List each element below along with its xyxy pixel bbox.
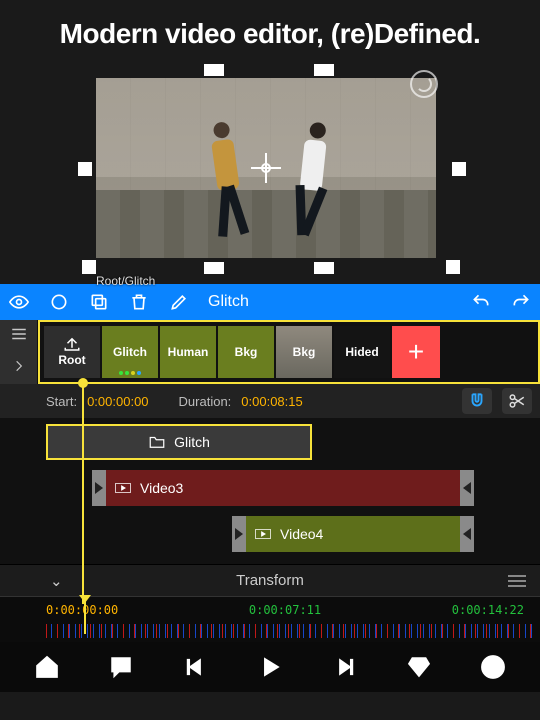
headline: Modern video editor, (re)Defined. [0,0,540,64]
scissors-icon[interactable] [502,388,532,414]
clip-handle[interactable] [460,470,474,506]
rotate-icon[interactable] [410,70,438,98]
bottom-bar [0,642,540,692]
clip-handle[interactable] [232,516,246,552]
crosshair-icon [251,153,281,183]
ruler-tick: 0:00:14:22 [452,603,524,617]
expand-icon[interactable] [12,359,26,378]
preview-canvas[interactable]: Root/Glitch [54,64,486,284]
copy-icon[interactable] [88,291,110,313]
resize-handle[interactable] [204,262,224,274]
comment-icon[interactable] [103,649,139,685]
toolbar-title: Glitch [208,293,249,311]
step-forward-icon[interactable] [326,649,362,685]
playhead[interactable] [82,382,84,604]
resize-handle[interactable] [204,64,224,76]
play-icon[interactable] [252,649,288,685]
edit-icon[interactable] [168,291,190,313]
redo-icon[interactable] [510,291,532,313]
shelf-item-bkg2[interactable]: Bkg [276,326,332,378]
folder-icon [148,434,166,450]
start-value[interactable]: 0:00:00:00 [87,394,148,409]
clip-video4[interactable]: Video4 [232,516,474,552]
breadcrumb: Root/Glitch [96,274,155,288]
shelf-item-hided[interactable]: Hided [334,326,390,378]
magnet-icon[interactable] [462,388,492,414]
preview-video [96,78,436,258]
root-button[interactable]: Root [44,326,100,378]
resize-handle[interactable] [314,262,334,274]
duration-label: Duration: [179,394,232,409]
root-label: Root [58,353,85,367]
ruler-tick: 0:00:07:11 [249,603,321,617]
video-icon [114,480,132,496]
video-icon [254,526,272,542]
shelf-item-bkg1[interactable]: Bkg [218,326,274,378]
ruler-tick: 0:00:00:00 [46,603,118,617]
chevron-down-icon: ⌄ [50,572,63,590]
add-button[interactable]: + [392,326,440,378]
clip-handle[interactable] [460,516,474,552]
diamond-icon[interactable] [401,649,437,685]
shelf-item-human[interactable]: Human [160,326,216,378]
clip-video3[interactable]: Video3 [92,470,474,506]
start-label: Start: [46,394,77,409]
panel-menu-icon[interactable] [508,575,526,587]
toolbar: Glitch [0,284,540,320]
timing-row: Start: 0:00:00:00 Duration: 0:00:08:15 [0,384,540,418]
help-icon[interactable] [475,649,511,685]
duration-value[interactable]: 0:00:08:15 [241,394,302,409]
resize-handle[interactable] [446,260,460,274]
resize-handle[interactable] [82,260,96,274]
clip-shelf: Root Glitch Human Bkg Bkg Hided + [38,320,540,384]
shelf-sidebar [0,320,38,384]
trash-icon[interactable] [128,291,150,313]
list-icon[interactable] [10,327,28,346]
timeline-tracks[interactable]: Glitch Video3 Video4 [0,418,540,564]
step-back-icon[interactable] [178,649,214,685]
resize-handle[interactable] [314,64,334,76]
clip-glitch[interactable]: Glitch [46,424,312,460]
time-ruler[interactable]: 0:00:00:00 0:00:07:11 0:00:14:22 [0,596,540,642]
home-icon[interactable] [29,649,65,685]
shelf-item-glitch[interactable]: Glitch [102,326,158,378]
undo-icon[interactable] [470,291,492,313]
transform-panel-header[interactable]: ⌄ Transform [0,564,540,596]
clip-handle[interactable] [92,470,106,506]
resize-handle[interactable] [78,162,92,176]
visibility-icon[interactable] [8,291,30,313]
record-icon[interactable] [48,291,70,313]
resize-handle[interactable] [452,162,466,176]
